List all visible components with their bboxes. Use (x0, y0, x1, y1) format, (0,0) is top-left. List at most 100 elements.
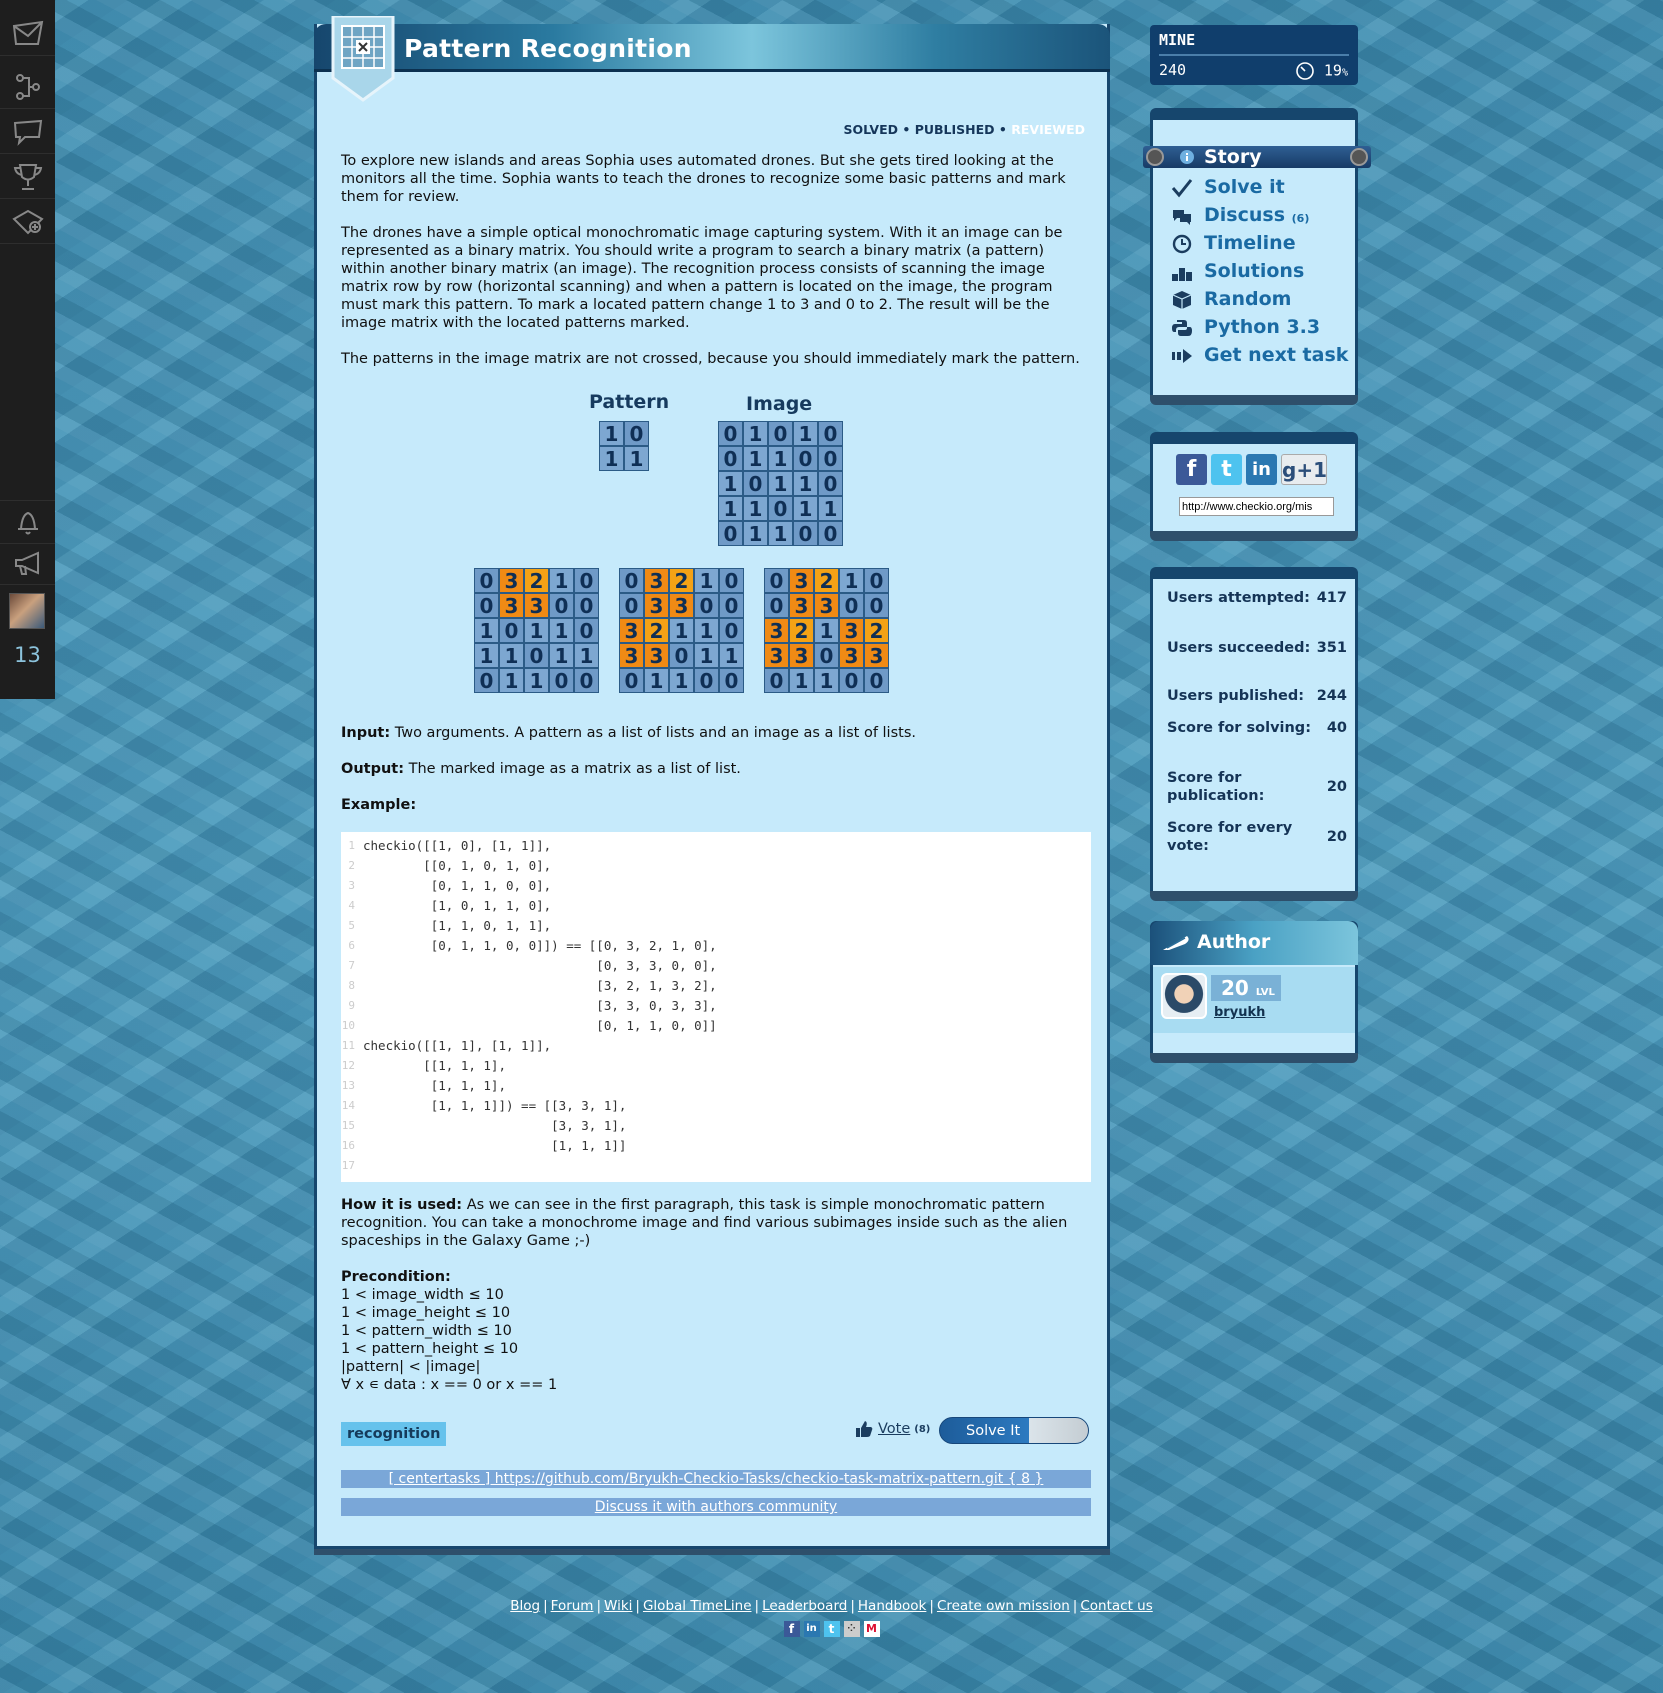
discuss-link-bar[interactable]: Discuss it with authors community (341, 1498, 1091, 1516)
gplus-icon[interactable]: g+1 (1281, 454, 1327, 485)
twitter-icon[interactable]: t (823, 1621, 840, 1637)
facebook-icon[interactable]: f (1176, 454, 1207, 485)
footer-link[interactable]: Wiki (604, 1598, 632, 1614)
stat-row: Users attempted: 417 (1167, 589, 1347, 607)
code-line: 12 [[1, 1, 1], (341, 1056, 1091, 1076)
line-number: 2 (348, 859, 355, 872)
input-text: Two arguments. A pattern as a list of li… (390, 725, 916, 741)
mine-widget[interactable]: MINE 240 19% (1150, 25, 1358, 85)
footer-link[interactable]: Blog (510, 1598, 540, 1614)
footer-link[interactable]: Forum (551, 1598, 594, 1614)
stat-value: 244 (1316, 688, 1347, 704)
matrix-cell: 1 (524, 668, 549, 693)
chat-icon[interactable] (0, 110, 55, 154)
bell-icon[interactable] (0, 500, 55, 544)
share-icon[interactable]: ⁘ (843, 1621, 860, 1637)
stat-row: Score for solving: 40 (1167, 719, 1347, 737)
user-avatar[interactable] (9, 593, 45, 629)
code-line: 14 [1, 1, 1]]) == [[3, 3, 1], (341, 1096, 1091, 1116)
matrix-cell: 1 (574, 643, 599, 668)
nav-next-task[interactable]: Get next task (1204, 344, 1348, 366)
matrix-cell: 0 (818, 521, 843, 546)
footer-link[interactable]: Leaderboard (762, 1598, 847, 1614)
footer-link[interactable]: Global TimeLine (643, 1598, 752, 1614)
matrix-cell: 1 (474, 643, 499, 668)
matrix-cell: 0 (694, 593, 719, 618)
discuss-community-link[interactable]: Discuss it with authors community (595, 1499, 837, 1515)
matrix-cell: 0 (549, 593, 574, 618)
megaphone-icon[interactable] (0, 541, 55, 585)
trophy-icon[interactable] (0, 155, 55, 199)
solve-it-button[interactable]: Solve It (939, 1417, 1089, 1444)
author-name-link[interactable]: bryukh (1214, 1005, 1265, 1020)
matrix-cell: 0 (864, 593, 889, 618)
nav-random[interactable]: Random (1204, 288, 1291, 310)
map-add-icon[interactable] (0, 200, 55, 244)
notification-count: 13 (14, 643, 41, 667)
matrix-cell: 1 (694, 643, 719, 668)
gmail-icon[interactable]: M (863, 1621, 880, 1637)
author-card[interactable]: 20 LVL bryukh (1153, 967, 1355, 1033)
matrix-cell: 0 (764, 568, 789, 593)
arrow-right-icon (1172, 349, 1192, 363)
matrix-cell: 3 (619, 618, 644, 643)
check-icon (1171, 179, 1193, 198)
nav-story[interactable]: Story (1204, 146, 1262, 168)
matrix-cell: 3 (619, 643, 644, 668)
example-label: Example: (341, 797, 417, 813)
matrix-cell: 0 (718, 521, 743, 546)
matrix-cell: 1 (474, 618, 499, 643)
nav-discuss[interactable]: Discuss (6) (1204, 204, 1309, 226)
author-avatar[interactable] (1161, 973, 1207, 1019)
nav-python-version[interactable]: Python 3.3 (1204, 316, 1320, 338)
tree-icon[interactable] (0, 65, 55, 109)
repo-link-bar[interactable]: [ centertasks ] https://github.com/Bryuk… (341, 1470, 1091, 1488)
share-box: f t in g+1 (1150, 432, 1358, 541)
author-title: Author (1197, 931, 1271, 953)
matrix-cell: 0 (814, 643, 839, 668)
matrix-cell: 1 (818, 496, 843, 521)
matrix-cell: 1 (814, 668, 839, 693)
output-text: The marked image as a matrix as a list o… (404, 761, 741, 777)
matrix-cell: 0 (839, 593, 864, 618)
thumbs-up-icon (856, 1421, 873, 1437)
stat-label: Score for every vote: (1167, 820, 1293, 854)
nav-solutions[interactable]: Solutions (1204, 260, 1304, 282)
stat-label: Score for solving: (1167, 720, 1311, 736)
code-example[interactable]: 1 checkio([[1, 0], [1, 1]], 2 [[0, 1, 0, 1… (341, 832, 1091, 1182)
envelope-icon[interactable] (0, 12, 55, 56)
nav-solve-it[interactable]: Solve it (1204, 176, 1285, 198)
stat-row: Users published: 244 (1167, 687, 1347, 705)
stat-label: Users succeeded: (1167, 640, 1311, 656)
vote-button[interactable]: Vote (8) (854, 1419, 930, 1439)
twitter-icon[interactable]: t (1211, 454, 1242, 485)
footer-separator: | (929, 1598, 934, 1614)
usage-section: How it is used: As we can see in the fir… (341, 1196, 1091, 1394)
status-solved: SOLVED (843, 122, 898, 137)
nav-story-bar[interactable]: Story (1143, 146, 1371, 168)
footer-link[interactable]: Create own mission (937, 1598, 1070, 1614)
matrix-cell: 1 (718, 496, 743, 521)
linkedin-icon[interactable]: in (803, 1621, 820, 1637)
gplus-label: +1 (1296, 458, 1328, 482)
matrix-cell: 3 (789, 593, 814, 618)
linkedin-icon[interactable]: in (1246, 454, 1277, 485)
precondition-item: ∀ x ∊ data : x == 0 or x == 1 (341, 1377, 558, 1393)
code-line: 4 [1, 0, 1, 1, 0], (341, 896, 1091, 916)
share-url-field[interactable] (1179, 497, 1334, 516)
tag-recognition[interactable]: recognition (341, 1422, 447, 1446)
matrix-cell: 1 (743, 496, 768, 521)
footer-link[interactable]: Contact us (1080, 1598, 1152, 1614)
footer-link[interactable]: Handbook (858, 1598, 926, 1614)
mine-points: 240 (1159, 61, 1187, 79)
matrix-cell: 0 (474, 593, 499, 618)
facebook-icon[interactable]: f (783, 1621, 800, 1637)
matrix-cell: 0 (743, 471, 768, 496)
code-text: [3, 3, 0, 3, 3], (363, 998, 717, 1013)
repo-link[interactable]: [ centertasks ] https://github.com/Bryuk… (389, 1471, 1044, 1487)
footer-social: f in t ⁘ M (0, 1621, 1663, 1637)
stat-value: 20 (1326, 779, 1347, 795)
vote-link[interactable]: Vote (878, 1421, 910, 1437)
nav-timeline[interactable]: Timeline (1204, 232, 1296, 254)
code-line: 11 checkio([[1, 1], [1, 1]], (341, 1036, 1091, 1056)
